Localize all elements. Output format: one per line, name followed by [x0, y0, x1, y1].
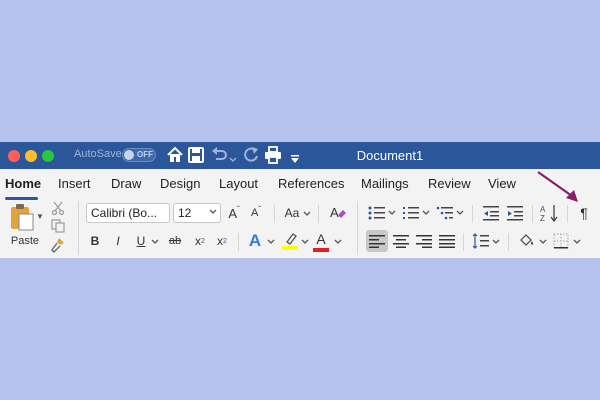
change-case-button[interactable]: Aa: [282, 205, 302, 221]
bullets-dropdown-icon[interactable]: [388, 210, 396, 216]
strikethrough-button[interactable]: ab: [166, 233, 184, 249]
clear-formatting-icon[interactable]: A: [330, 204, 346, 222]
tab-mailings[interactable]: Mailings: [361, 176, 409, 191]
multilevel-list-icon[interactable]: [436, 205, 454, 221]
group-divider: [78, 201, 79, 255]
inline-divider: [472, 205, 473, 223]
justify-icon[interactable]: [439, 234, 455, 248]
highlight-dropdown-icon[interactable]: [301, 239, 309, 245]
text-effects-button[interactable]: A: [247, 231, 263, 251]
underline-button[interactable]: U: [134, 233, 148, 249]
line-spacing-icon[interactable]: [472, 233, 490, 249]
copy-icon[interactable]: [51, 219, 65, 233]
italic-button[interactable]: I: [111, 233, 125, 249]
numbering-icon[interactable]: [402, 205, 420, 221]
font-size-field[interactable]: 12: [173, 203, 221, 223]
inline-divider: [274, 205, 275, 223]
tab-layout[interactable]: Layout: [219, 176, 258, 191]
subscript-mark: 2: [201, 237, 205, 245]
format-painter-icon[interactable]: [50, 237, 66, 253]
font-color-swatch: [313, 248, 329, 252]
line-spacing-dropdown-icon[interactable]: [492, 239, 500, 245]
inline-divider: [532, 205, 533, 223]
borders-icon[interactable]: [553, 233, 569, 249]
group-divider: [357, 201, 358, 255]
paste-dropdown-icon[interactable]: ▼: [36, 211, 44, 221]
inline-divider: [318, 205, 319, 223]
align-center-icon[interactable]: [393, 234, 409, 248]
font-size-dropdown-icon[interactable]: [209, 209, 217, 215]
align-right-icon[interactable]: [416, 234, 432, 248]
highlight-icon[interactable]: [281, 231, 299, 251]
tab-home[interactable]: Home: [5, 176, 41, 191]
font-name-value: Calibri (Bo...: [91, 206, 158, 220]
svg-text:A: A: [330, 205, 339, 220]
decrease-indent-icon[interactable]: [482, 205, 500, 221]
multilevel-dropdown-icon[interactable]: [456, 210, 464, 216]
font-color-button[interactable]: A: [313, 231, 329, 247]
align-left-icon: [369, 235, 385, 248]
underline-dropdown-icon[interactable]: [151, 239, 159, 245]
grow-font-label: A: [228, 205, 237, 221]
annotation-arrow-icon: [537, 171, 578, 202]
font-size-value: 12: [178, 206, 192, 220]
tab-references[interactable]: References: [278, 176, 344, 191]
change-case-dropdown-icon[interactable]: [303, 211, 311, 217]
borders-dropdown-icon[interactable]: [573, 239, 581, 245]
title-bar: AutoSave OFF Document1: [0, 142, 600, 169]
grow-font-button[interactable]: Aˆ: [226, 205, 242, 221]
shrink-font-label: A: [250, 207, 259, 219]
tab-view[interactable]: View: [488, 176, 516, 191]
paste-icon[interactable]: [9, 203, 35, 231]
ribbon-tabs: Home Insert Draw Design Layout Reference…: [0, 169, 600, 200]
align-left-button[interactable]: [366, 230, 388, 252]
superscript-mark: 2: [223, 237, 227, 245]
inline-divider: [238, 233, 239, 251]
inline-divider: [508, 233, 509, 251]
show-formatting-marks-button[interactable]: ¶: [577, 205, 591, 221]
bullets-icon[interactable]: [368, 205, 386, 221]
ribbon-home: ▼ Paste Calibri (Bo... 12 Aˆ Aˇ Aa A B I…: [0, 199, 600, 258]
tab-design[interactable]: Design: [160, 176, 200, 191]
document-title: Document1: [356, 148, 424, 163]
sort-icon[interactable]: A Z: [540, 203, 560, 223]
svg-text:Z: Z: [540, 214, 545, 223]
inline-divider: [463, 233, 464, 251]
cut-icon[interactable]: [51, 201, 65, 215]
tab-review[interactable]: Review: [428, 176, 471, 191]
tab-draw[interactable]: Draw: [111, 176, 141, 191]
inline-divider: [567, 205, 568, 223]
bold-button[interactable]: B: [88, 233, 102, 249]
word-window: AutoSave OFF Document1 Home Insert Draw …: [0, 142, 600, 258]
increase-indent-icon[interactable]: [506, 205, 524, 221]
tab-insert[interactable]: Insert: [58, 176, 91, 191]
superscript-button[interactable]: x2: [214, 233, 230, 249]
shrink-font-button[interactable]: Aˇ: [248, 205, 264, 221]
font-color-dropdown-icon[interactable]: [334, 239, 342, 245]
numbering-dropdown-icon[interactable]: [422, 210, 430, 216]
svg-text:A: A: [540, 205, 546, 214]
shading-icon[interactable]: [518, 232, 536, 250]
shading-dropdown-icon[interactable]: [539, 239, 547, 245]
font-name-field[interactable]: Calibri (Bo...: [86, 203, 170, 223]
paste-label[interactable]: Paste: [7, 235, 43, 247]
text-effects-dropdown-icon[interactable]: [267, 239, 275, 245]
subscript-button[interactable]: x2: [192, 233, 208, 249]
